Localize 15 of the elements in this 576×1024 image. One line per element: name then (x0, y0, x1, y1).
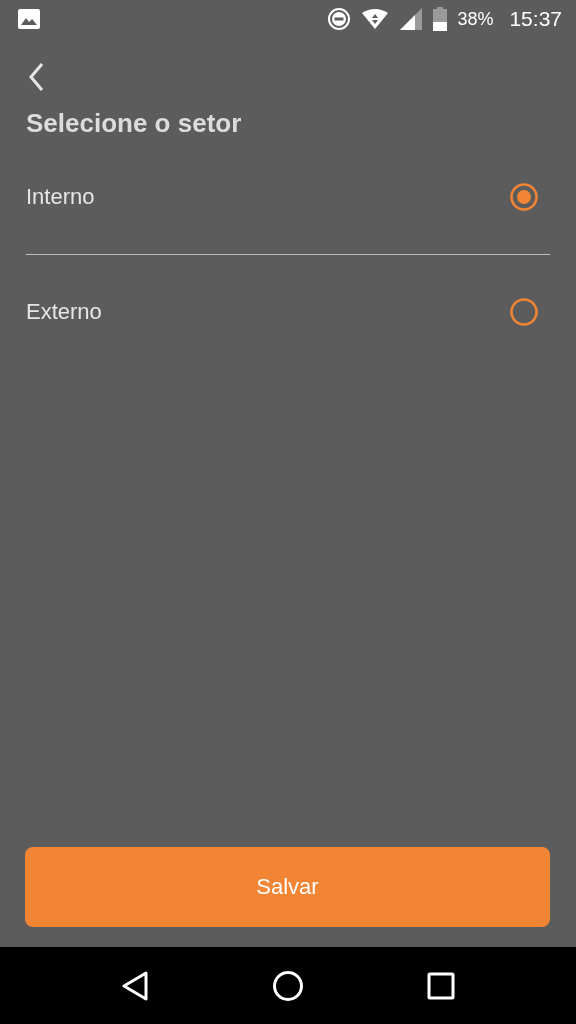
clock-time: 15:37 (509, 7, 562, 31)
page-title: Selecione o setor (26, 108, 243, 139)
signal-icon (399, 7, 424, 31)
radio-button[interactable] (510, 298, 538, 326)
do-not-disturb-icon (327, 7, 352, 31)
option-label[interactable]: Externo (26, 299, 510, 325)
wifi-icon (361, 7, 390, 31)
option-label[interactable]: Interno (26, 184, 510, 210)
battery-icon (433, 7, 448, 31)
battery-percentage: 38% (457, 8, 494, 30)
recents-nav-icon[interactable] (426, 971, 455, 1000)
image-icon (18, 9, 40, 29)
home-nav-icon[interactable] (272, 969, 304, 1002)
radio-button[interactable] (510, 183, 538, 211)
back-nav-icon[interactable] (121, 970, 150, 1001)
